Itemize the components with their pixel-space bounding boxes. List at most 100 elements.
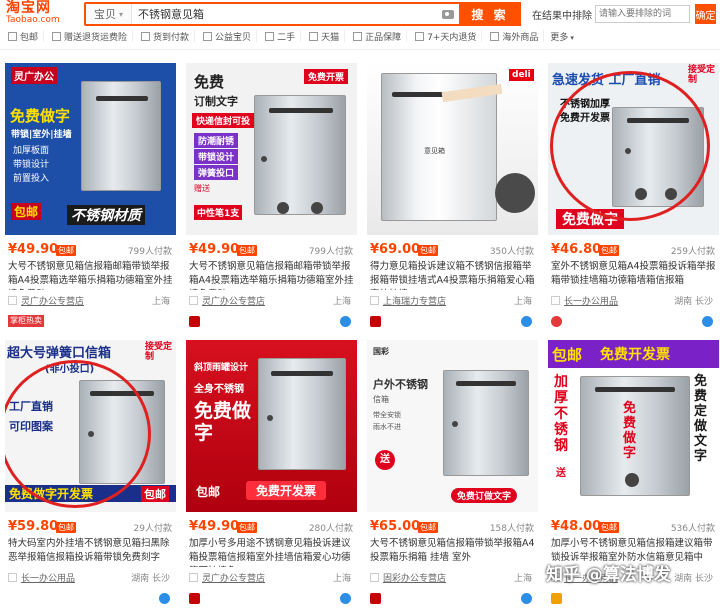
price-row: ¥49.90 包邮 799人付款 [8,242,174,258]
product-image[interactable]: 超大号弹簧口信箱 (非小投口) 接受定制 工厂直销 可印图案 免费做字开发票 包… [5,340,176,512]
location: 上海 [332,574,351,584]
filter-genuine[interactable]: 正品保障 [345,30,408,43]
exclude-confirm-button[interactable]: 确定 [695,4,716,24]
taobao-logo[interactable]: 淘宝网 Taobao.com [6,1,68,25]
filter-baoyou[interactable]: 包邮 [0,30,45,43]
shop-name[interactable]: 灵广办公专营店 [202,294,265,307]
search-scope-dropdown[interactable]: 宝贝 ▾ [86,4,132,24]
checkbox[interactable] [309,31,319,41]
mailbox-illustration [443,370,529,476]
checkbox[interactable] [52,31,62,41]
product-title[interactable]: 大号不锈钢意见箱信报箱带锁举报箱A4投票箱乐捐箱 挂墙 室外 [370,537,536,567]
shop-name[interactable]: 灵广办公专营店 [202,571,265,584]
product-image[interactable]: 灵广办公 免费做字 带锁|室外|挂墙 加厚板面 带锁设计 前置投入 包邮 不锈钢… [5,63,176,235]
product-image[interactable]: 免费 订制文字 免费开票 快递信封可投 防潮耐锈 带锁设计 弹簧投口 赠送 中性… [186,63,357,235]
checkbox[interactable] [415,31,425,41]
filter-7day-return[interactable]: 7+天内退货 [407,30,483,43]
divider [0,49,720,50]
search-button[interactable]: 搜 索 [459,2,521,26]
shop-row: 灵广办公专营店 上海 [189,294,355,307]
header: 淘宝网 Taobao.com 宝贝 ▾ 搜 索 在结果中排除 确定 [0,0,720,28]
product-card[interactable]: 免费 订制文字 免费开票 快递信封可投 防潮耐锈 带锁设计 弹簧投口 赠送 中性… [186,63,357,333]
sales-count: 158人付款 [489,524,534,534]
filter-secondhand[interactable]: 二手 [257,30,302,43]
price-row: ¥48.00 包邮 536人付款 [551,519,717,535]
filter-tmall[interactable]: 天猫 [301,30,346,43]
price: ¥46.80 [551,242,602,257]
location: 上海 [513,574,532,584]
product-image[interactable]: 急速发货 工厂直销 接受定制 不锈钢加厚 免费开发票 免费做字 [548,63,719,235]
product-card[interactable]: 灵广办公 免费做字 带锁|室外|挂墙 加厚板面 带锁设计 前置投入 包邮 不锈钢… [5,63,176,333]
product-title[interactable]: 大号不锈钢意见箱信报箱邮箱带锁举报箱A4投票箱选举箱乐捐箱功德箱室外挂墙免费贴 [8,260,174,290]
product-title[interactable]: 特大码室内外挂墙不锈钢意见箱扫黑除恶举报箱信报箱投诉箱带锁免费刻字 [8,537,174,567]
baoyou-badge: 包邮 [56,245,76,256]
mailbox-slot [456,381,516,386]
price-row: ¥49.90 包邮 280人付款 [189,519,355,535]
image-sub: 全身不锈钢 [194,384,244,395]
price-row: ¥69.00 包邮 350人付款 [370,242,536,258]
product-image[interactable]: deli 意见箱 [367,63,538,235]
tmall-icon [189,593,200,604]
product-image[interactable]: 斜顶雨罐设计 全身不锈钢 免费做字 包邮 免费开发票 [186,340,357,512]
image-sub: 信箱 [373,395,389,404]
sales-count: 799人付款 [127,247,172,257]
product-card[interactable]: 斜顶雨罐设计 全身不锈钢 免费做字 包邮 免费开发票 ¥49.90 包邮 280… [186,340,357,610]
product-title[interactable]: 加厚小号多用途不锈钢意见箱投诉建议箱投票箱信报箱室外挂墙信箱爱心功德箱可挂墙免 [189,537,355,567]
checkbox[interactable] [203,31,213,41]
sales-count: 536人付款 [670,524,715,534]
more-label: 更多 [550,32,569,43]
image-tag: 包邮 [11,203,42,220]
product-card[interactable]: 超大号弹簧口信箱 (非小投口) 接受定制 工厂直销 可印图案 免费做字开发票 包… [5,340,176,610]
checkbox[interactable] [8,31,17,41]
checkbox[interactable] [265,31,275,41]
shop-name[interactable]: 灵广办公专营店 [21,294,84,307]
checkbox[interactable] [141,31,151,41]
filter-label: 公益宝贝 [215,32,252,43]
shop-name[interactable]: 长一办公用品 [21,571,75,584]
filter-overseas[interactable]: 海外商品 [482,30,545,43]
camera-search-icon[interactable] [437,4,459,24]
filter-cod[interactable]: 货到付款 [133,30,196,43]
chat-icon[interactable] [521,316,532,327]
filter-label: 天猫 [321,32,340,43]
chat-icon[interactable] [702,316,713,327]
chat-icon[interactable] [340,593,351,604]
image-headline: 超大号弹簧口信箱 [7,346,112,361]
filter-return-insurance[interactable]: 赠送退货运费险 [44,30,134,43]
shop-name[interactable]: 长一办公用品 [564,294,618,307]
price-row: ¥49.90 包邮 799人付款 [189,242,355,258]
image-tag: 包邮 [552,346,583,364]
chat-icon[interactable] [340,316,351,327]
image-brand: deli [509,69,534,81]
mailbox-slot [271,371,333,376]
tmall-icon [370,316,381,327]
checkbox[interactable] [490,31,500,41]
search-scope-label: 宝贝 [93,8,116,21]
chevron-down-icon: ▾ [118,9,123,19]
product-card[interactable]: deli 意见箱 ¥69.00 包邮 350人付款 得力意见箱投诉建议箱不锈钢信… [367,63,538,333]
product-image[interactable]: 国彩 户外不锈钢 信箱 带全安锁 雨水不进 送 免费订做文字 [367,340,538,512]
badge-row [551,592,717,605]
product-card[interactable]: 国彩 户外不锈钢 信箱 带全安锁 雨水不进 送 免费订做文字 ¥65.00 包邮… [367,340,538,610]
search-input[interactable] [132,4,437,24]
product-title[interactable]: 室外不锈钢意见箱A4投票箱投诉箱举报箱带锁挂墙箱功德箱墙箱信报箱 [551,260,717,290]
shop-row: 灵广办公专营店 上海 [189,571,355,584]
shop-name[interactable]: 上海瑞力专营店 [383,294,446,307]
product-card[interactable]: 急速发货 工厂直销 接受定制 不锈钢加厚 免费开发票 免费做字 ¥46.80 包… [548,63,719,333]
product-title[interactable]: 得力意见箱投诉建议箱不锈钢信报箱举报箱带锁挂墙式A4投票箱乐捐箱爱心箱室外挂墙 [370,260,536,290]
exclude-label: 在结果中排除 [532,10,592,22]
price-row: ¥46.80 包邮 259人付款 [551,242,717,258]
product-title[interactable]: 大号不锈钢意见箱信报箱邮箱带锁举报箱A4投票箱选举箱乐捐箱功德箱室外挂墙免费贴 [189,260,355,290]
image-tag: 包邮 [196,485,221,499]
product-image[interactable]: 包邮 免费开发票 加厚不锈钢 免费定做文字 免费做字 送 [548,340,719,512]
chevron-down-icon: ▾ [570,33,574,42]
filter-charity[interactable]: 公益宝贝 [195,30,258,43]
shop-name[interactable]: 固彩办公专营店 [383,571,446,584]
envelope [441,83,503,103]
price: ¥49.90 [8,242,59,257]
filters-more-button[interactable]: 更多 ▾ [550,30,574,43]
chat-icon[interactable] [159,593,170,604]
chat-icon[interactable] [521,593,532,604]
checkbox[interactable] [353,31,363,41]
exclude-input[interactable] [595,5,690,23]
